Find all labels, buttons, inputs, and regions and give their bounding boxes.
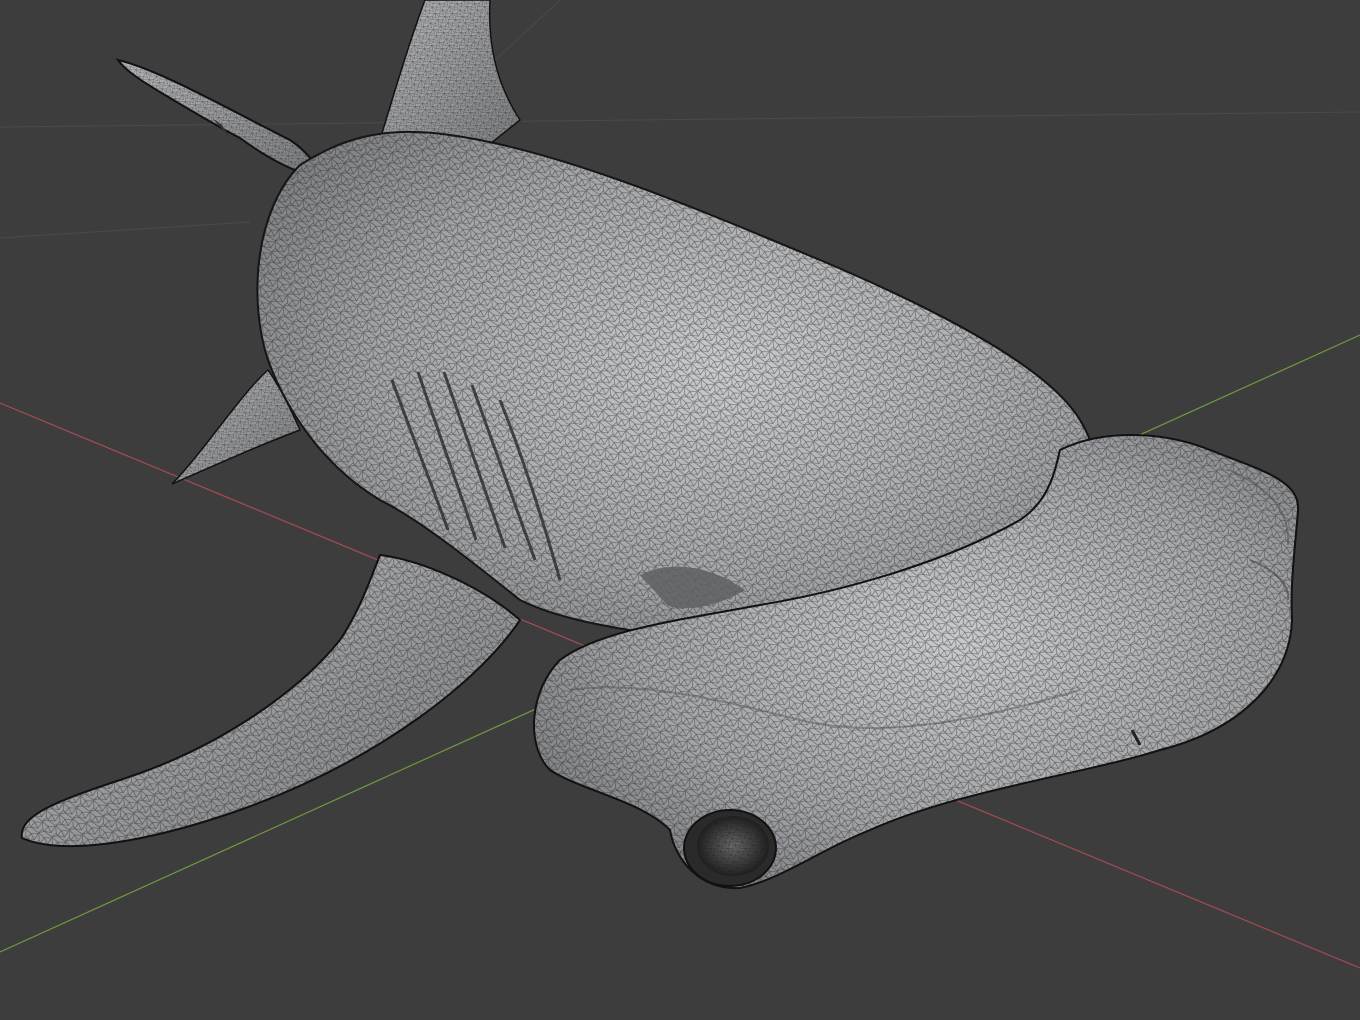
- tail-fin: [115, 58, 324, 180]
- pectoral-fin: [20, 553, 522, 848]
- viewport-canvas[interactable]: [0, 0, 1360, 1020]
- hammerhead-shark-icon[interactable]: [20, 0, 1300, 890]
- eye-icon: [683, 809, 777, 887]
- 3d-viewport[interactable]: [0, 0, 1360, 1020]
